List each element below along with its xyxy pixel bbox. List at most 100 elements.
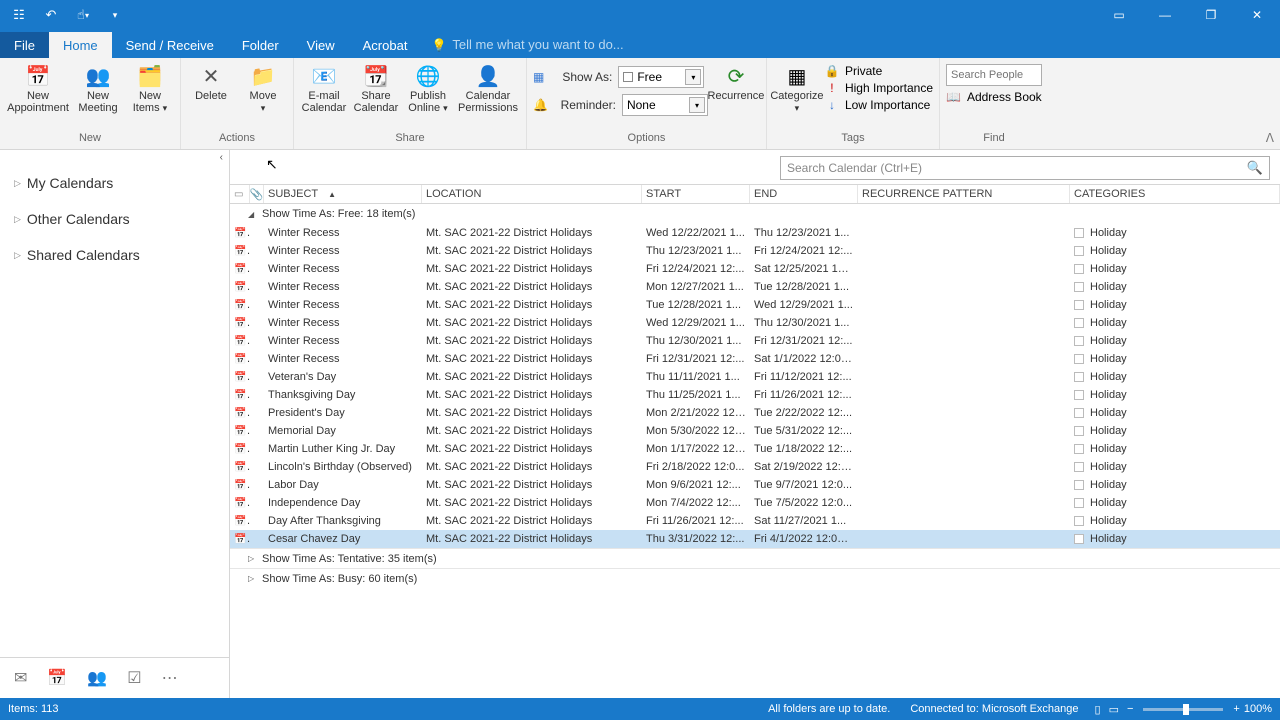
group-free[interactable]: ◢ Show Time As: Free: 18 item(s) [230, 204, 1280, 224]
event-row[interactable]: 📅Day After ThanksgivingMt. SAC 2021-22 D… [230, 512, 1280, 530]
undo-icon[interactable]: ↶ [42, 6, 60, 24]
email-icon: 📧 [310, 64, 338, 88]
more-icon[interactable]: ⋯ [162, 668, 178, 688]
appointment-icon: 📅 [234, 317, 250, 329]
event-start: Mon 9/6/2021 12:... [642, 479, 750, 491]
reminder-icon: 🔔 [533, 98, 548, 112]
tab-folder[interactable]: Folder [228, 32, 293, 58]
tab-send-receive[interactable]: Send / Receive [112, 32, 228, 58]
col-subject[interactable]: SUBJECT▲ [264, 185, 422, 203]
tab-file[interactable]: File [0, 32, 49, 58]
calendar-permissions-button[interactable]: 👤 Calendar Permissions [456, 60, 520, 114]
event-row[interactable]: 📅Memorial DayMt. SAC 2021-22 District Ho… [230, 422, 1280, 440]
tab-home[interactable]: Home [49, 32, 112, 58]
group-label-tags: Tags [841, 132, 864, 144]
event-row[interactable]: 📅Independence DayMt. SAC 2021-22 Distric… [230, 494, 1280, 512]
event-end: Wed 12/29/2021 1... [750, 299, 858, 311]
move-button[interactable]: 📁 Move▾ [239, 60, 287, 114]
publish-online-button[interactable]: 🌐 Publish Online ▾ [404, 60, 452, 114]
collapse-nav-icon[interactable]: ‹ [214, 150, 229, 165]
event-location: Mt. SAC 2021-22 District Holidays [422, 533, 642, 545]
col-start[interactable]: START [642, 185, 750, 203]
new-items-button[interactable]: 🗂️ New Items ▾ [126, 60, 174, 114]
email-calendar-button[interactable]: 📧 E-mail Calendar [300, 60, 348, 114]
tab-acrobat[interactable]: Acrobat [349, 32, 422, 58]
high-importance-button[interactable]: !High Importance [825, 81, 933, 95]
event-row[interactable]: 📅Winter RecessMt. SAC 2021-22 District H… [230, 314, 1280, 332]
qat-customize-icon[interactable]: ▾ [106, 6, 124, 24]
nav-shared-calendars[interactable]: ▷Shared Calendars [0, 237, 229, 273]
event-row[interactable]: 📅Cesar Chavez DayMt. SAC 2021-22 Distric… [230, 530, 1280, 548]
event-row[interactable]: 📅Winter RecessMt. SAC 2021-22 District H… [230, 350, 1280, 368]
search-calendar-input[interactable]: Search Calendar (Ctrl+E) 🔍 [780, 156, 1270, 180]
recurrence-button[interactable]: ⟳ Recurrence [712, 60, 760, 102]
showas-combo[interactable]: Free ▾ [618, 66, 704, 88]
col-categories[interactable]: CATEGORIES [1070, 185, 1280, 203]
close-button[interactable]: ✕ [1234, 0, 1280, 30]
col-location[interactable]: LOCATION [422, 185, 642, 203]
people-icon[interactable]: 👥 [87, 668, 107, 688]
group-busy[interactable]: ▷ Show Time As: Busy: 60 item(s) [230, 568, 1280, 588]
event-subject: Winter Recess [264, 227, 422, 239]
nav-my-calendars[interactable]: ▷My Calendars [0, 165, 229, 201]
event-row[interactable]: 📅Winter RecessMt. SAC 2021-22 District H… [230, 296, 1280, 314]
event-row[interactable]: 📅Labor DayMt. SAC 2021-22 District Holid… [230, 476, 1280, 494]
maximize-button[interactable]: ❐ [1188, 0, 1234, 30]
search-icon[interactable]: 🔍 [1247, 160, 1263, 176]
event-end: Tue 2/22/2022 12:... [750, 407, 858, 419]
group-share: 📧 E-mail Calendar 📆 Share Calendar 🌐 Pub… [294, 58, 527, 149]
event-row[interactable]: 📅Winter RecessMt. SAC 2021-22 District H… [230, 242, 1280, 260]
touch-mode-icon[interactable]: ☝︎▾ [74, 6, 92, 24]
event-list: 📅 Winter Recess Mt. SAC 2021-22 District H… [230, 224, 1280, 548]
event-row[interactable]: 📅Winter RecessMt. SAC 2021-22 District H… [230, 332, 1280, 350]
zoom-in-icon[interactable]: + [1233, 703, 1239, 715]
mail-icon[interactable]: ✉ [14, 668, 27, 688]
share-calendar-button[interactable]: 📆 Share Calendar [352, 60, 400, 114]
low-importance-button[interactable]: ↓Low Importance [825, 98, 933, 112]
tab-view[interactable]: View [293, 32, 349, 58]
col-attachment[interactable]: 📎 [250, 185, 264, 203]
view-reading-icon[interactable]: ▭ [1109, 703, 1119, 716]
new-meeting-button[interactable]: 👥 New Meeting [74, 60, 122, 114]
nav-other-calendars[interactable]: ▷Other Calendars [0, 201, 229, 237]
delete-button[interactable]: ✕ Delete [187, 60, 235, 102]
ribbon-display-icon[interactable]: ▭ [1096, 0, 1142, 30]
collapse-ribbon-icon[interactable]: ᐱ [1266, 131, 1274, 145]
view-normal-icon[interactable]: ▯ [1095, 703, 1101, 716]
sort-asc-icon: ▲ [328, 190, 336, 199]
calendar-icon[interactable]: 📅 [47, 668, 67, 688]
event-row[interactable]: 📅Martin Luther King Jr. DayMt. SAC 2021-… [230, 440, 1280, 458]
event-row[interactable]: 📅Veteran's DayMt. SAC 2021-22 District H… [230, 368, 1280, 386]
event-category: Holiday [1090, 515, 1127, 527]
event-row[interactable]: 📅Winter RecessMt. SAC 2021-22 District H… [230, 224, 1280, 242]
event-row[interactable]: 📅Lincoln's Birthday (Observed)Mt. SAC 20… [230, 458, 1280, 476]
tasks-icon[interactable]: ☑ [127, 668, 141, 688]
col-end[interactable]: END [750, 185, 858, 203]
col-recurrence[interactable]: RECURRENCE PATTERN [858, 185, 1070, 203]
event-subject: Day After Thanksgiving [264, 515, 422, 527]
categorize-button[interactable]: ▦ Categorize▾ [773, 60, 821, 114]
tell-me-search[interactable]: 💡 Tell me what you want to do... [421, 31, 633, 58]
private-button[interactable]: 🔒Private [825, 64, 933, 78]
chevron-down-icon: ◢ [248, 210, 262, 219]
group-label-find: Find [983, 132, 1004, 144]
event-row[interactable]: 📅Winter RecessMt. SAC 2021-22 District H… [230, 260, 1280, 278]
event-location: Mt. SAC 2021-22 District Holidays [422, 389, 642, 401]
minimize-button[interactable]: — [1142, 0, 1188, 30]
appointment-icon: 📅 [234, 389, 250, 401]
zoom-slider[interactable] [1143, 708, 1223, 711]
event-row[interactable]: 📅Winter RecessMt. SAC 2021-22 District H… [230, 278, 1280, 296]
event-end: Fri 11/12/2021 12:... [750, 371, 858, 383]
app-menu-icon[interactable]: ☷ [10, 6, 28, 24]
event-row[interactable]: 📅Thanksgiving DayMt. SAC 2021-22 Distric… [230, 386, 1280, 404]
new-appointment-button[interactable]: 📅 New Appointment [6, 60, 70, 114]
address-book-icon: 📖 [946, 90, 961, 104]
address-book-button[interactable]: 📖 Address Book [946, 90, 1042, 104]
col-icon[interactable]: ▭ [230, 185, 250, 203]
event-row[interactable]: 📅President's DayMt. SAC 2021-22 District… [230, 404, 1280, 422]
group-tentative[interactable]: ▷ Show Time As: Tentative: 35 item(s) [230, 548, 1280, 568]
zoom-out-icon[interactable]: − [1127, 703, 1133, 715]
reminder-combo[interactable]: None ▾ [622, 94, 708, 116]
search-people-input[interactable] [946, 64, 1042, 86]
appointment-icon: 📅 [234, 425, 250, 437]
